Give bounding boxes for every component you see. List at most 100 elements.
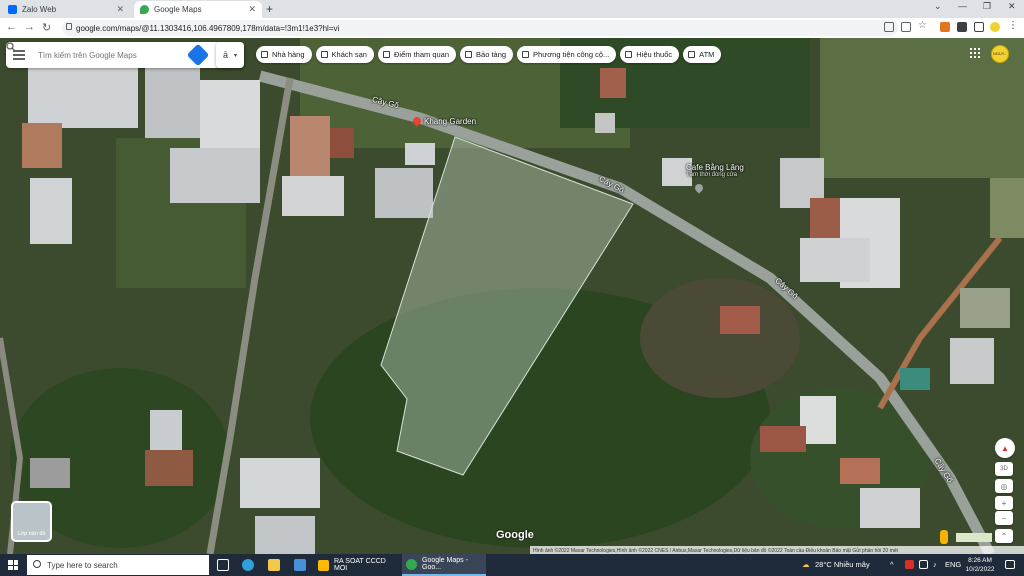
side-panel-icon[interactable]	[974, 22, 984, 32]
zoom-in-button[interactable]: +	[995, 496, 1013, 510]
zalo-favicon-icon	[8, 5, 17, 14]
weather-text[interactable]: 28°C Nhiều mây	[815, 560, 870, 569]
tab-close-icon[interactable]: ✕	[248, 4, 256, 15]
maps-search-input[interactable]	[38, 50, 158, 60]
metamask-extension-icon[interactable]	[940, 22, 950, 32]
window-close-button[interactable]: ✕	[1008, 1, 1016, 12]
volume-icon[interactable]: ♪	[933, 560, 937, 569]
chip-restaurants[interactable]: Nhà hàng	[256, 46, 312, 63]
edge-icon[interactable]	[242, 559, 254, 571]
taskbar-app-label: RA SOAT CCCD MOI	[334, 558, 386, 572]
lock-icon	[66, 23, 72, 30]
restore-button[interactable]: ❐	[983, 1, 991, 12]
chip-label: Khách sạn	[331, 50, 367, 59]
chip-label: Hiệu thuốc	[636, 50, 673, 59]
account-avatar[interactable]: NGUY...	[991, 45, 1009, 63]
mail-icon[interactable]	[294, 559, 306, 571]
directions-icon[interactable]	[186, 43, 210, 67]
clock-time: 8:26 AM	[968, 557, 992, 564]
fork-knife-icon	[261, 51, 268, 58]
museum-icon	[465, 51, 473, 58]
folder-icon	[318, 559, 329, 571]
bed-icon	[320, 51, 328, 58]
search-icon	[33, 560, 41, 568]
chrome-icon	[406, 558, 417, 570]
zoom-out-button[interactable]: −	[995, 511, 1013, 525]
my-location-icon[interactable]: ◎	[995, 479, 1013, 493]
chip-museums[interactable]: Bảo tàng	[460, 46, 514, 63]
layers-toggle[interactable]: Lớp bản đồ	[11, 501, 52, 542]
menu-kebab-icon[interactable]: ⋮	[1008, 20, 1018, 31]
attribution-text: Hình ảnh ©2022 Maxar Technologies,Hình ả…	[533, 547, 898, 554]
back-icon[interactable]: ←	[6, 21, 17, 33]
network-icon[interactable]	[919, 560, 928, 569]
new-tab-button[interactable]: +	[266, 2, 273, 16]
google-apps-icon[interactable]	[970, 48, 980, 58]
share-icon[interactable]	[901, 22, 911, 32]
tray-app-icon[interactable]	[905, 560, 914, 569]
compass-needle-icon: ▲	[1001, 443, 1009, 453]
map-type-thumbnails[interactable]	[956, 533, 992, 542]
tab-strip: Zalo Web ✕ Google Maps ✕ + ⌄ — ❐ ✕	[0, 0, 1024, 18]
poi-name: Cafe Bằng Lăng	[686, 163, 744, 172]
clock-date: 10/2/2022	[965, 566, 995, 573]
file-explorer-icon[interactable]	[268, 559, 280, 571]
minimize-button[interactable]: —	[958, 1, 967, 11]
system-clock[interactable]: 8:26 AM 10/2/2022	[960, 556, 1000, 574]
taskbar-search-box[interactable]: Type here to search	[27, 555, 209, 575]
poi-status: Tạm thời đóng cửa	[686, 172, 737, 178]
atm-icon	[688, 51, 696, 58]
layers-label: Lớp bản đồ	[17, 531, 46, 537]
chip-atm[interactable]: ATM	[683, 46, 722, 63]
pharmacy-icon	[625, 51, 633, 58]
weather-cloud-icon: ☁	[802, 560, 810, 569]
poi-khang-garden[interactable]: Khang Garden	[424, 117, 476, 126]
extensions-puzzle-icon[interactable]	[957, 22, 967, 32]
install-app-icon[interactable]	[884, 22, 894, 32]
profile-avatar-icon[interactable]	[990, 22, 1000, 32]
bookmark-star-icon[interactable]: ☆	[918, 20, 928, 31]
chip-label: Nhà hàng	[272, 50, 305, 59]
satellite-map[interactable]: ā ▾ Nhà hàng Khách sạn Điểm tham quan Bả…	[0, 38, 1024, 554]
address-bar[interactable]: google.com/maps/@11.1303416,106.4967809,…	[62, 20, 898, 36]
bus-icon	[522, 51, 530, 58]
chip-label: Bảo tàng	[476, 50, 507, 59]
taskbar-app-chrome-maps[interactable]: Google Maps - Goo...	[402, 554, 486, 576]
task-view-icon[interactable]	[217, 559, 229, 571]
windows-start-icon[interactable]	[8, 560, 18, 570]
taskbar-app-ra-soat[interactable]: RA SOAT CCCD MOI	[314, 554, 398, 576]
tab-zalo-web[interactable]: Zalo Web ✕	[2, 1, 130, 18]
expand-chevron-icon[interactable]: ⌃	[995, 529, 1013, 543]
tab-close-icon[interactable]: ✕	[116, 4, 124, 15]
taskbar-search-placeholder: Type here to search	[47, 560, 118, 570]
search-icon[interactable]	[6, 42, 16, 52]
chip-hotels[interactable]: Khách sạn	[315, 46, 374, 63]
poi-cafe-bang-lang[interactable]: Cafe Bằng Lăng Tạm thời đóng cửa	[686, 163, 744, 178]
caret-down-icon: ▾	[234, 52, 238, 59]
tab-title: Google Maps	[154, 5, 202, 14]
maps-favicon-icon	[140, 5, 149, 14]
tab-google-maps[interactable]: Google Maps ✕	[134, 1, 262, 18]
pegman-icon[interactable]	[940, 530, 948, 544]
reload-icon[interactable]: ↻	[42, 21, 51, 34]
browser-toolbar: ← → ↻ google.com/maps/@11.1303416,106.49…	[0, 18, 1024, 38]
language-indicator[interactable]: ENG	[945, 560, 961, 569]
chip-pharmacies[interactable]: Hiệu thuốc	[620, 46, 680, 63]
notifications-icon[interactable]	[1005, 560, 1015, 569]
chip-attractions[interactable]: Điểm tham quan	[377, 46, 457, 63]
chip-transit[interactable]: Phương tiện công cộ...	[517, 46, 617, 63]
satellite-imagery	[0, 38, 1024, 554]
category-chips: Nhà hàng Khách sạn Điểm tham quan Bảo tà…	[256, 46, 722, 63]
windows-taskbar: Type here to search RA SOAT CCCD MOI Goo…	[0, 554, 1024, 576]
tab-title: Zalo Web	[22, 5, 57, 14]
chip-label: Điểm tham quan	[393, 50, 450, 59]
camera-icon	[382, 51, 390, 58]
forward-icon[interactable]: →	[24, 21, 35, 33]
address-text: google.com/maps/@11.1303416,106.4967809,…	[76, 23, 340, 33]
compass-icon[interactable]: ▲	[995, 438, 1015, 458]
chip-label: Phương tiện công cộ...	[533, 50, 610, 59]
tray-overflow-icon[interactable]: ^	[890, 560, 894, 569]
trip-dropdown-button[interactable]: ā ▾	[216, 42, 244, 68]
tab-search-icon[interactable]: ⌄	[934, 1, 942, 12]
tilt-3d-button[interactable]: 3D	[995, 462, 1013, 476]
